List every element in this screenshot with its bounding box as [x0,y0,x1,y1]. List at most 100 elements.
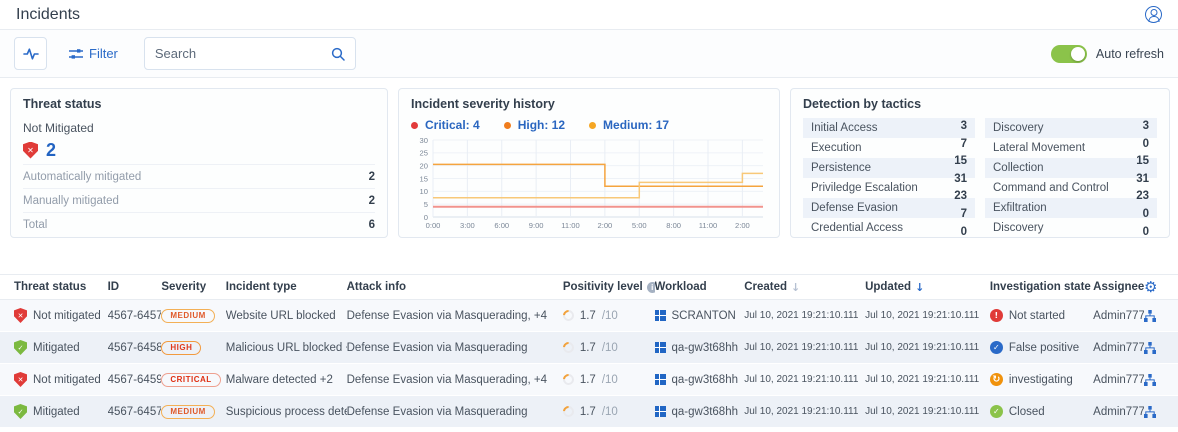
attack-info: Defense Evasion via Masquerading [347,406,563,418]
column-header-id[interactable]: ID [108,281,162,293]
legend-item[interactable]: Medium: 17 [589,118,669,132]
tactics-row[interactable]: Priviledge Escalation [803,178,975,198]
investigation-state-label: Closed [1009,406,1045,418]
gauge-icon [563,406,576,418]
table-row[interactable]: Mitigated 4567-6458 HIGH Malicious URL b… [0,332,1178,364]
search-input[interactable] [155,46,331,61]
search-box [144,37,356,70]
positivity-max: /10 [602,374,618,386]
windows-icon [655,406,666,417]
column-header-assignee[interactable]: Assignee [1093,281,1144,293]
tactics-row[interactable]: Collection [985,158,1157,178]
updated-timestamp: Jul 10, 2021 19:21:10.111 [865,342,990,353]
threat-status-label: Not mitigated [33,374,101,386]
toolbar: Filter Auto refresh [0,30,1178,78]
threat-status-rows: Automatically mitigated2Manually mitigat… [23,164,375,236]
created-timestamp: Jul 10, 2021 19:21:10.111 [744,342,865,353]
hierarchy-icon[interactable] [1144,373,1156,387]
column-header-label: Created [744,281,787,293]
tactic-label: Persistence [811,162,871,174]
created-timestamp: Jul 10, 2021 19:21:10.111 [744,374,865,385]
updated-timestamp: Jul 10, 2021 19:21:10.111 [865,406,990,417]
assignee: Admin777 [1093,406,1144,418]
windows-icon [655,374,666,385]
updated-timestamp: Jul 10, 2021 19:21:10.111 [865,374,990,385]
page-title: Incidents [16,6,80,24]
hierarchy-icon[interactable] [1144,341,1156,355]
chart-legend: Critical: 4 High: 12 Medium: 17 [411,117,767,133]
sort-arrow-icon: ↓ [915,281,924,294]
tactics-row[interactable]: Command and Control [985,178,1157,198]
activity-button[interactable] [14,37,47,70]
column-header-positivity-level[interactable]: Positivity level i [563,281,655,293]
column-header-actions[interactable]: ⚙ [1144,280,1164,295]
column-header-label: Positivity level [563,281,643,293]
column-header-created[interactable]: Created↓ [744,281,865,294]
auto-refresh-label: Auto refresh [1096,47,1164,61]
windows-icon [655,310,666,321]
workload-name: SCRANTON [672,310,736,322]
auto-refresh-toggle[interactable] [1051,45,1087,63]
tactics-row[interactable]: Exfiltration [985,198,1157,218]
user-account-icon[interactable] [1145,6,1162,23]
legend-item[interactable]: High: 12 [504,118,565,132]
assignee: Admin777 [1093,342,1144,354]
positivity-max: /10 [602,406,618,418]
tactic-label: Discovery [993,122,1043,134]
created-timestamp: Jul 10, 2021 19:21:10.111 [744,406,865,417]
tactics-row[interactable]: Persistence [803,158,975,178]
tactics-row[interactable]: Defense Evasion [803,198,975,218]
hierarchy-icon[interactable] [1144,309,1156,323]
filter-button-label: Filter [89,46,118,61]
workload-name: qa-gw3t68hh [672,406,739,418]
svg-text:30: 30 [420,136,428,145]
table-row[interactable]: Mitigated 4567-6457 MEDIUM Suspicious pr… [0,396,1178,428]
workload-name: qa-gw3t68hh [672,342,739,354]
table-body: Not mitigated 4567-6457 MEDIUM Website U… [0,300,1178,428]
legend-dot-icon [411,122,418,129]
legend-item[interactable]: Critical: 4 [411,118,480,132]
column-header-label: Threat status [14,281,86,293]
attack-info: Defense Evasion via Masquerading, +4 [347,310,563,322]
tactics-row[interactable]: Credential Access [803,218,975,238]
column-header-attack-info[interactable]: Attack info [347,281,563,293]
column-header-investigation-state[interactable]: Investigation state [990,281,1093,293]
threat-status-label: Mitigated [33,406,80,418]
hierarchy-icon[interactable] [1144,405,1156,419]
incident-id: 4567-6459 [108,374,162,386]
gauge-icon [563,374,576,386]
column-header-threat-status[interactable]: Threat status [14,281,108,293]
table-header-row: Threat status IDSeverityIncident typeAtta… [0,274,1178,300]
search-icon[interactable] [331,47,345,61]
svg-text:25: 25 [420,149,428,158]
info-icon[interactable]: i [647,282,655,293]
tactics-row[interactable]: Initial Access [803,118,975,138]
positivity-value: 1.7 [580,342,596,354]
column-header-label: Investigation state [990,281,1091,293]
stat-value: 6 [369,219,375,231]
tactics-row[interactable]: Lateral Movement [985,138,1157,158]
tactic-label: Execution [811,142,862,154]
legend-label: High: 12 [518,118,565,132]
tactics-row[interactable]: Discovery [985,218,1157,238]
column-header-workload[interactable]: Workload [655,281,745,293]
column-header-incident-type[interactable]: Incident type [226,281,347,293]
table-row[interactable]: Not mitigated 4567-6459 CRITICAL Malware… [0,364,1178,396]
legend-dot-icon [589,122,596,129]
stat-label: Total [23,219,47,231]
column-header-severity[interactable]: Severity [161,281,225,293]
gear-icon[interactable]: ⚙ [1144,280,1157,295]
attack-info: Defense Evasion via Masquerading, +4 [347,374,563,386]
svg-text:20: 20 [420,161,428,170]
filter-button[interactable]: Filter [69,46,118,61]
windows-icon [655,342,666,353]
svg-text:2:00: 2:00 [597,221,612,230]
tactics-row[interactable]: Discovery [985,118,1157,138]
incident-type: Malware detected +2 [226,374,347,386]
stat-label: Manually mitigated [23,195,119,207]
investigation-state-icon [990,341,1003,354]
table-row[interactable]: Not mitigated 4567-6457 MEDIUM Website U… [0,300,1178,332]
severity-history-chart: 0510152025300:003:006:009:0011:002:005:0… [411,135,767,237]
tactics-row[interactable]: Execution [803,138,975,158]
column-header-updated[interactable]: Updated↓ [865,281,990,294]
